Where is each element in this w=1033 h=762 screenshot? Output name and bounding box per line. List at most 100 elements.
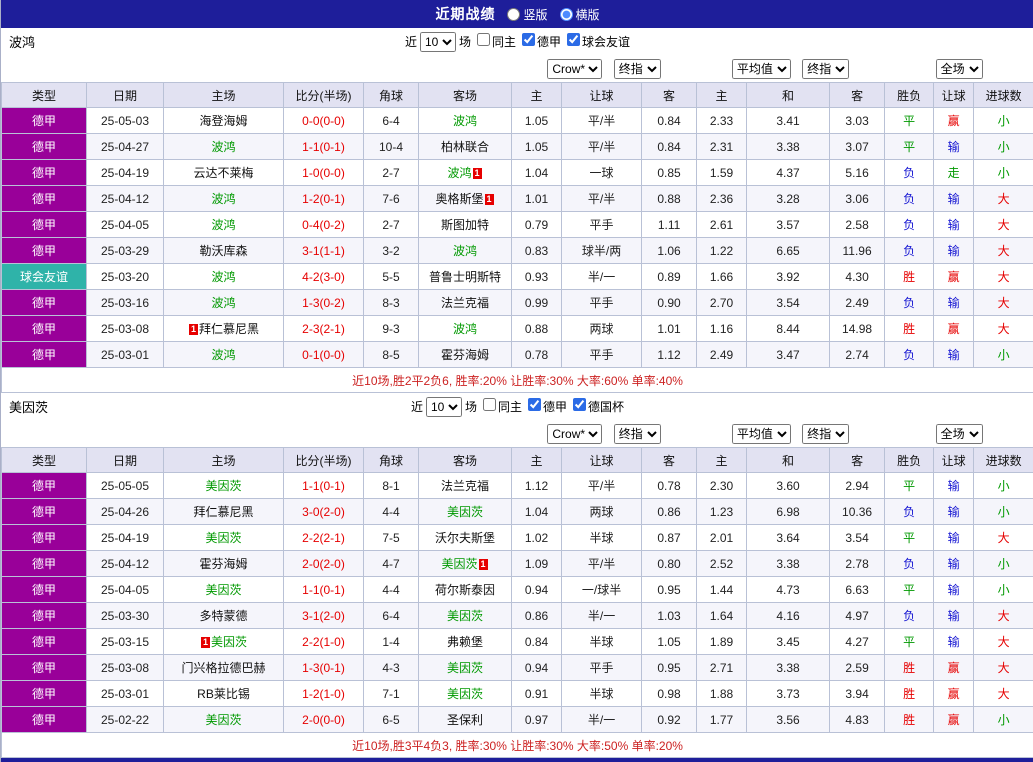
score-cell: 1-3(0-1) [284, 655, 364, 681]
avg-home-cell: 1.64 [697, 603, 747, 629]
score-cell: 1-2(0-1) [284, 186, 364, 212]
average-select[interactable]: 平均值 [732, 424, 791, 444]
avg-away-cell: 3.07 [830, 134, 885, 160]
home-team-link[interactable]: 波鸿 [211, 140, 235, 154]
home-team-link[interactable]: 霍芬海姆 [199, 557, 247, 571]
home-team-link[interactable]: 1美因茨 [200, 635, 247, 649]
away-team-link[interactable]: 柏林联合 [441, 140, 489, 154]
avg-home-cell: 2.70 [697, 290, 747, 316]
away-team-link[interactable]: 斯图加特 [441, 218, 489, 232]
odds-handicap-cell: 平手 [562, 212, 642, 238]
home-team-link[interactable]: 拜仁慕尼黑 [193, 505, 253, 519]
match-row: 德甲 25-03-01 RB莱比锡 1-2(1-0) 7-1 美因茨 0.91 … [2, 681, 1033, 707]
friendly-checkbox[interactable] [567, 33, 580, 46]
away-team-link[interactable]: 荷尔斯泰因 [435, 583, 495, 597]
home-team-link[interactable]: 波鸿 [211, 192, 235, 206]
away-team-link[interactable]: 美因茨 [447, 661, 483, 675]
home-team-link[interactable]: 多特蒙德 [199, 609, 247, 623]
away-team-link[interactable]: 波鸿 [453, 114, 477, 128]
col-header-corners: 角球 [364, 448, 419, 473]
home-team-link[interactable]: 波鸿 [211, 270, 235, 284]
home-team-link[interactable]: 云达不莱梅 [193, 166, 253, 180]
date-cell: 25-04-27 [87, 134, 164, 160]
away-team-link[interactable]: 法兰克福 [441, 479, 489, 493]
date-cell: 25-05-05 [87, 473, 164, 499]
vertical-radio[interactable] [507, 8, 520, 21]
cup-checkbox[interactable] [573, 398, 586, 411]
away-team-link[interactable]: 波鸿 [453, 322, 477, 336]
odds-away-cell: 0.84 [642, 108, 697, 134]
corners-cell: 3-2 [364, 238, 419, 264]
handicap-result-cell: 赢 [934, 707, 974, 733]
away-team-link[interactable]: 沃尔夫斯堡 [435, 531, 495, 545]
home-team-link[interactable]: 美因茨 [205, 531, 241, 545]
away-team-link[interactable]: 美因茨1 [442, 557, 489, 571]
friendly-option[interactable]: 球会友谊 [561, 33, 630, 50]
away-team-link[interactable]: 普鲁士明斯特 [429, 270, 501, 284]
home-team-link[interactable]: 1拜仁慕尼黑 [188, 322, 259, 336]
home-team-link[interactable]: 美因茨 [205, 583, 241, 597]
home-team-link[interactable]: 波鸿 [211, 218, 235, 232]
layout-vertical-option[interactable]: 竖版 [507, 6, 547, 23]
col-header-goals: 进球数 [974, 83, 1033, 108]
away-team-link[interactable]: 美因茨 [447, 609, 483, 623]
same-home-option[interactable]: 同主 [471, 33, 516, 50]
home-team-link[interactable]: 美因茨 [205, 713, 241, 727]
away-team-link[interactable]: 美因茨 [447, 505, 483, 519]
col-header-avg-home: 主 [697, 448, 747, 473]
horizontal-radio[interactable] [560, 8, 573, 21]
match-row: 德甲 25-03-30 多特蒙德 3-1(2-0) 6-4 美因茨 0.86 半… [2, 603, 1033, 629]
col-header-score: 比分(半场) [284, 448, 364, 473]
corners-cell: 4-7 [364, 551, 419, 577]
home-team-link[interactable]: 门兴格拉德巴赫 [181, 661, 265, 675]
league-checkbox[interactable] [522, 33, 535, 46]
avg-final-select[interactable]: 终指 [802, 424, 849, 444]
home-team-link[interactable]: 海登海姆 [199, 114, 247, 128]
corners-cell: 6-4 [364, 603, 419, 629]
same-home-option[interactable]: 同主 [477, 398, 522, 415]
col-header-type: 类型 [2, 83, 87, 108]
away-team-cell: 普鲁士明斯特 [419, 264, 512, 290]
date-cell: 25-04-12 [87, 551, 164, 577]
home-team-link[interactable]: RB莱比锡 [197, 687, 250, 701]
scope-select[interactable]: 全场 [936, 59, 983, 79]
away-team-link[interactable]: 奥格斯堡1 [436, 192, 495, 206]
away-team-link[interactable]: 霍芬海姆 [441, 348, 489, 362]
average-select[interactable]: 平均值 [732, 59, 791, 79]
red-card-badge: 1 [189, 324, 198, 335]
league-checkbox[interactable] [528, 398, 541, 411]
home-team-link[interactable]: 波鸿 [211, 296, 235, 310]
same-home-checkbox[interactable] [477, 33, 490, 46]
home-team-link[interactable]: 美因茨 [205, 479, 241, 493]
away-team-link[interactable]: 法兰克福 [441, 296, 489, 310]
league-option[interactable]: 德甲 [522, 398, 567, 415]
corners-cell: 6-4 [364, 108, 419, 134]
away-team-link[interactable]: 波鸿 [453, 244, 477, 258]
odds-source-select[interactable]: Crow* [547, 424, 602, 444]
col-header-goals: 进球数 [974, 448, 1033, 473]
away-team-link[interactable]: 波鸿1 [448, 166, 483, 180]
home-team-link[interactable]: 勒沃库森 [199, 244, 247, 258]
games-count-select[interactable]: 10 [420, 32, 456, 52]
avg-home-cell: 1.59 [697, 160, 747, 186]
cup-option[interactable]: 德国杯 [567, 398, 624, 415]
away-team-link[interactable]: 美因茨 [447, 687, 483, 701]
odds-handicap-cell: 半/一 [562, 707, 642, 733]
away-team-link[interactable]: 圣保利 [447, 713, 483, 727]
away-team-link[interactable]: 弗赖堡 [447, 635, 483, 649]
odds-source-select[interactable]: Crow* [547, 59, 602, 79]
col-header-avg-away: 客 [830, 448, 885, 473]
odds-final-select[interactable]: 终指 [614, 424, 661, 444]
games-count-select[interactable]: 10 [426, 397, 462, 417]
home-team-link[interactable]: 波鸿 [211, 348, 235, 362]
same-home-checkbox[interactable] [483, 398, 496, 411]
layout-horizontal-option[interactable]: 横版 [560, 6, 600, 23]
odds-final-select[interactable]: 终指 [614, 59, 661, 79]
league-option[interactable]: 德甲 [516, 33, 561, 50]
scope-select[interactable]: 全场 [936, 424, 983, 444]
avg-away-cell: 2.78 [830, 551, 885, 577]
avg-draw-cell: 3.45 [747, 629, 830, 655]
avg-final-select[interactable]: 终指 [802, 59, 849, 79]
col-header-away: 客场 [419, 83, 512, 108]
match-row: 德甲 25-04-12 波鸿 1-2(0-1) 7-6 奥格斯堡1 1.01 平… [2, 186, 1033, 212]
